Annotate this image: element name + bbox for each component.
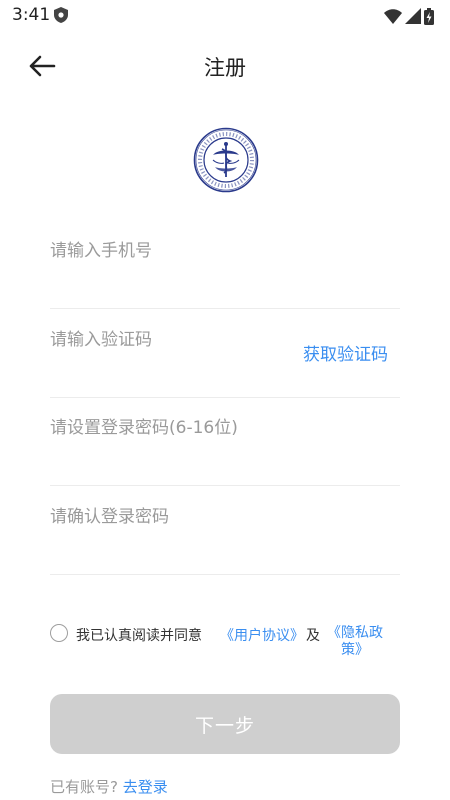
page-title: 注册	[204, 56, 246, 80]
shield-icon	[54, 7, 68, 23]
status-icons	[384, 7, 434, 25]
user-agreement-link[interactable]: 《用户协议》	[220, 625, 304, 645]
privacy-policy-link[interactable]: 《隐私政策》	[324, 625, 386, 659]
password-field-row	[50, 398, 400, 486]
phone-field-row	[50, 221, 400, 309]
code-field-row: 获取验证码	[50, 310, 400, 398]
health-commission-seal-logo	[193, 127, 259, 193]
confirm-password-field-row	[50, 487, 400, 575]
status-time: 3:41	[12, 5, 51, 25]
go-login-link[interactable]: 去登录	[123, 778, 168, 796]
verification-code-input[interactable]	[50, 310, 290, 370]
battery-charging-icon	[424, 7, 434, 25]
status-bar: 3:41	[0, 0, 450, 32]
wifi-icon	[384, 8, 402, 24]
phone-input[interactable]	[50, 221, 390, 281]
confirm-password-input[interactable]	[50, 487, 390, 547]
agreement-and-text: 及	[306, 628, 320, 644]
signal-icon	[405, 8, 421, 24]
login-row: 已有账号? 去登录	[50, 776, 168, 797]
agreement-text: 我已认真阅读并同意	[76, 628, 202, 644]
nav-bar: 注册	[0, 40, 450, 92]
agreement-radio[interactable]	[50, 624, 68, 642]
get-code-button[interactable]: 获取验证码	[303, 340, 388, 365]
next-step-button[interactable]: 下一步	[50, 694, 400, 754]
login-question: 已有账号?	[50, 778, 118, 796]
password-input[interactable]	[50, 398, 390, 458]
